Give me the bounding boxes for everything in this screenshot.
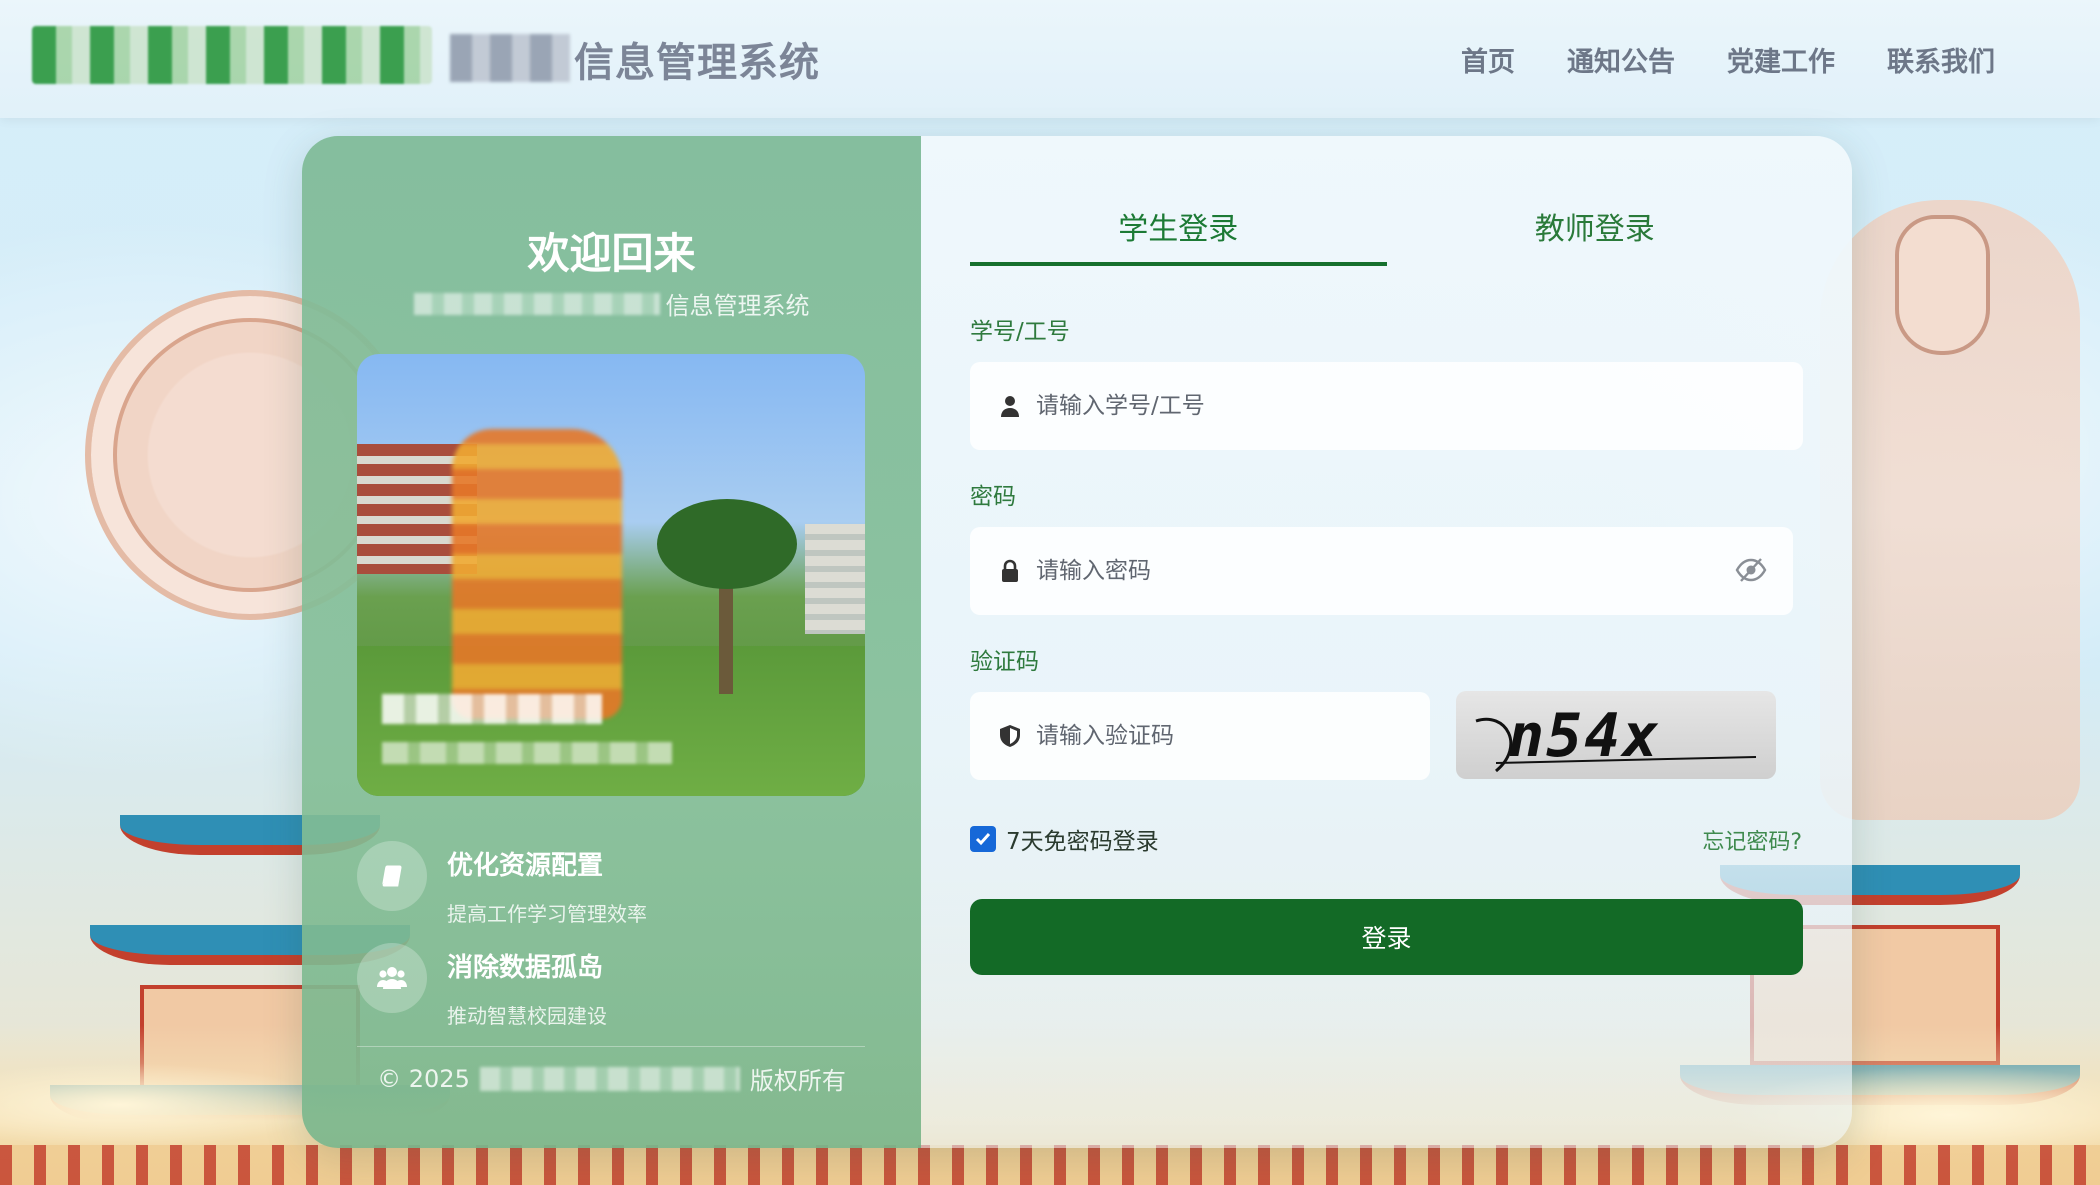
login-card: 欢迎回来 信息管理系统 优化资源配置 提高工作学习管理效率 消除数据孤岛 推动智…	[302, 136, 1852, 1148]
password-label: 密码	[970, 484, 1016, 510]
feature-desc: 提高工作学习管理效率	[447, 902, 647, 926]
captcha-input[interactable]	[1036, 723, 1382, 749]
id-label: 学号/工号	[970, 319, 1070, 345]
shield-icon	[1000, 725, 1020, 747]
welcome-panel: 欢迎回来 信息管理系统 优化资源配置 提高工作学习管理效率 消除数据孤岛 推动智…	[302, 136, 921, 1148]
remember-label[interactable]: 7天免密码登录	[1006, 822, 1159, 856]
feature-desc: 推动智慧校园建设	[447, 1004, 607, 1028]
remember-me: 7天免密码登录	[970, 822, 1159, 856]
campus-photo	[357, 354, 865, 796]
tab-teacher-login[interactable]: 教师登录	[1387, 196, 1804, 266]
nav-item-home[interactable]: 首页	[1461, 40, 1515, 79]
bottom-fence	[0, 1145, 2100, 1185]
nav-item-party-work[interactable]: 党建工作	[1727, 40, 1835, 79]
photo-subcaption-redacted	[382, 742, 672, 764]
school-name-redacted	[450, 34, 570, 82]
school-name-redacted	[413, 292, 660, 315]
book-icon	[357, 841, 427, 911]
user-icon	[1001, 396, 1019, 417]
id-input[interactable]	[1036, 393, 1680, 419]
photo-caption-redacted	[382, 694, 602, 724]
welcome-heading: 欢迎回来	[527, 229, 696, 278]
login-button[interactable]: 登录	[970, 899, 1803, 975]
landmark-stone	[452, 429, 622, 719]
top-header: 信息管理系统 首页 通知公告 党建工作 联系我们	[0, 0, 2100, 118]
divider	[357, 1046, 865, 1047]
copyright-prefix: © 2025	[377, 1064, 470, 1093]
forgot-password-link[interactable]: 忘记密码?	[1702, 824, 1802, 856]
site-title: 信息管理系统	[574, 40, 820, 86]
login-form-panel: 学生登录 教师登录 学号/工号 密码 验证码 n54x 7天免密码登录	[921, 136, 1852, 1148]
id-field-container	[970, 362, 1803, 450]
feature-title: 优化资源配置	[447, 851, 604, 881]
copyright: © 2025 版权所有	[302, 1061, 921, 1096]
login-tabs: 学生登录 教师登录	[970, 196, 1803, 266]
feature-title: 消除数据孤岛	[447, 953, 604, 983]
nav-item-notices[interactable]: 通知公告	[1567, 40, 1675, 79]
captcha-text: n54x	[1508, 701, 1661, 771]
scholar-head-illustration	[1895, 215, 1990, 355]
system-subtitle: 信息管理系统	[302, 286, 921, 321]
school-name-redacted	[479, 1066, 740, 1091]
lock-icon	[1002, 559, 1018, 582]
captcha-image[interactable]: n54x	[1456, 691, 1776, 779]
copyright-suffix: 版权所有	[749, 1067, 846, 1095]
captcha-label: 验证码	[970, 649, 1039, 675]
feature-item: 优化资源配置 提高工作学习管理效率	[357, 841, 647, 927]
tab-student-login[interactable]: 学生登录	[970, 196, 1387, 266]
password-input[interactable]	[1036, 558, 1672, 584]
nav-item-contact[interactable]: 联系我们	[1887, 40, 1995, 79]
school-logo[interactable]	[32, 26, 432, 84]
top-nav: 首页 通知公告 党建工作 联系我们	[1461, 40, 1995, 79]
system-name: 信息管理系统	[665, 292, 810, 320]
remember-checkbox[interactable]	[970, 826, 996, 852]
captcha-field-container	[970, 692, 1430, 780]
feature-item: 消除数据孤岛 推动智慧校园建设	[357, 943, 607, 1029]
users-icon	[357, 943, 427, 1013]
password-field-container	[970, 527, 1793, 615]
check-icon	[975, 833, 991, 846]
eye-slash-icon[interactable]	[1735, 557, 1767, 583]
